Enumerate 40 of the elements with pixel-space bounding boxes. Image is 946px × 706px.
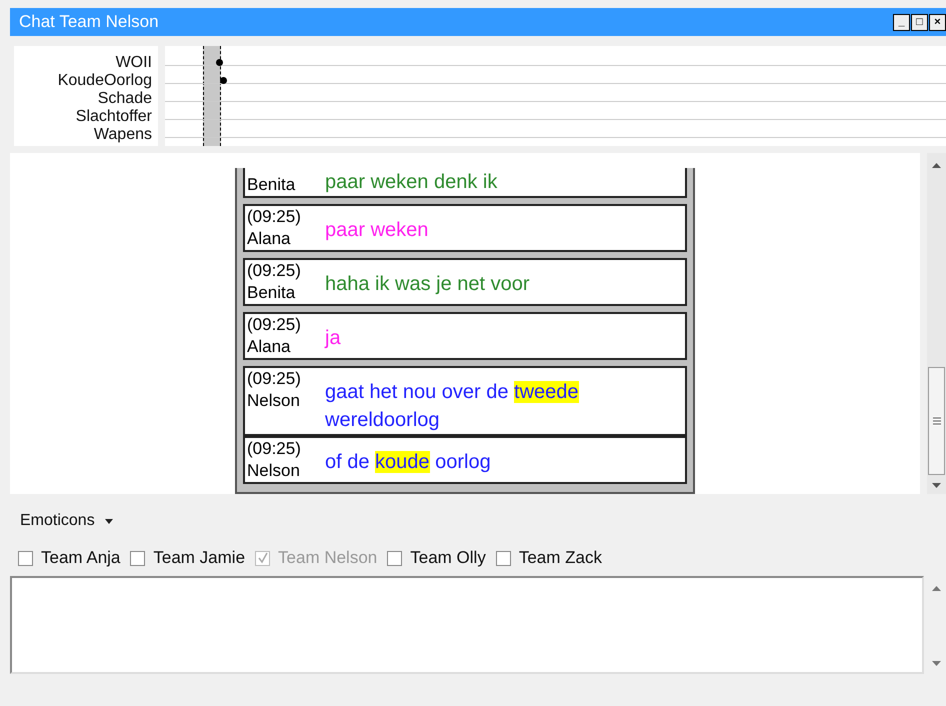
topic-label: Slachtoffer: [76, 108, 152, 126]
scroll-up-icon[interactable]: [932, 586, 941, 591]
message-author: Nelson: [247, 460, 301, 482]
message-author: Alana: [247, 336, 292, 358]
window-title: Chat Team Nelson: [19, 12, 159, 32]
window-control-button[interactable]: □: [911, 14, 928, 30]
message-author: Alana: [247, 228, 292, 250]
topic-label: Schade: [98, 90, 152, 108]
team-checkbox[interactable]: Team Anja: [18, 548, 120, 568]
emoticons-dropdown[interactable]: Emoticons: [20, 512, 113, 530]
message-author: Benita: [247, 174, 296, 196]
message-time: (09:25): [247, 438, 302, 460]
message-text: ja: [325, 326, 341, 351]
message-time: (09:25): [247, 206, 302, 228]
message-time: (09:25): [247, 368, 302, 390]
window-control-button[interactable]: _: [893, 14, 910, 30]
message-text: paar weken: [325, 218, 428, 243]
scroll-up-icon[interactable]: [932, 163, 941, 168]
message-author: Nelson: [247, 390, 301, 412]
team-checkbox[interactable]: Team Jamie: [130, 548, 246, 568]
topic-label: Wapens: [94, 126, 152, 144]
message-author: Benita: [247, 282, 296, 304]
scroll-thumb[interactable]: [928, 367, 945, 475]
message-text: of de koude oorlog: [325, 450, 491, 475]
message-input[interactable]: [10, 576, 924, 674]
scroll-down-icon[interactable]: [932, 483, 941, 488]
check-icon: [256, 552, 269, 564]
topic-label: WOII: [116, 54, 152, 72]
topic-label: KoudeOorlog: [58, 72, 152, 90]
scrollbar[interactable]: [927, 153, 946, 494]
message-time: (09:25): [247, 314, 302, 336]
caret-icon: [104, 518, 113, 524]
message-text: gaat het nou over de tweede wereldoorlog: [325, 380, 580, 433]
message-text: haha ik was je net voor: [325, 272, 530, 297]
scroll-down-icon[interactable]: [932, 661, 941, 666]
team-checkbox[interactable]: Team Olly: [387, 548, 486, 568]
message-text: paar weken denk ik: [325, 170, 498, 195]
message-time: (09:25): [247, 260, 302, 282]
team-checkbox[interactable]: Team Zack: [496, 548, 602, 568]
window-control-button[interactable]: ×: [929, 14, 946, 30]
